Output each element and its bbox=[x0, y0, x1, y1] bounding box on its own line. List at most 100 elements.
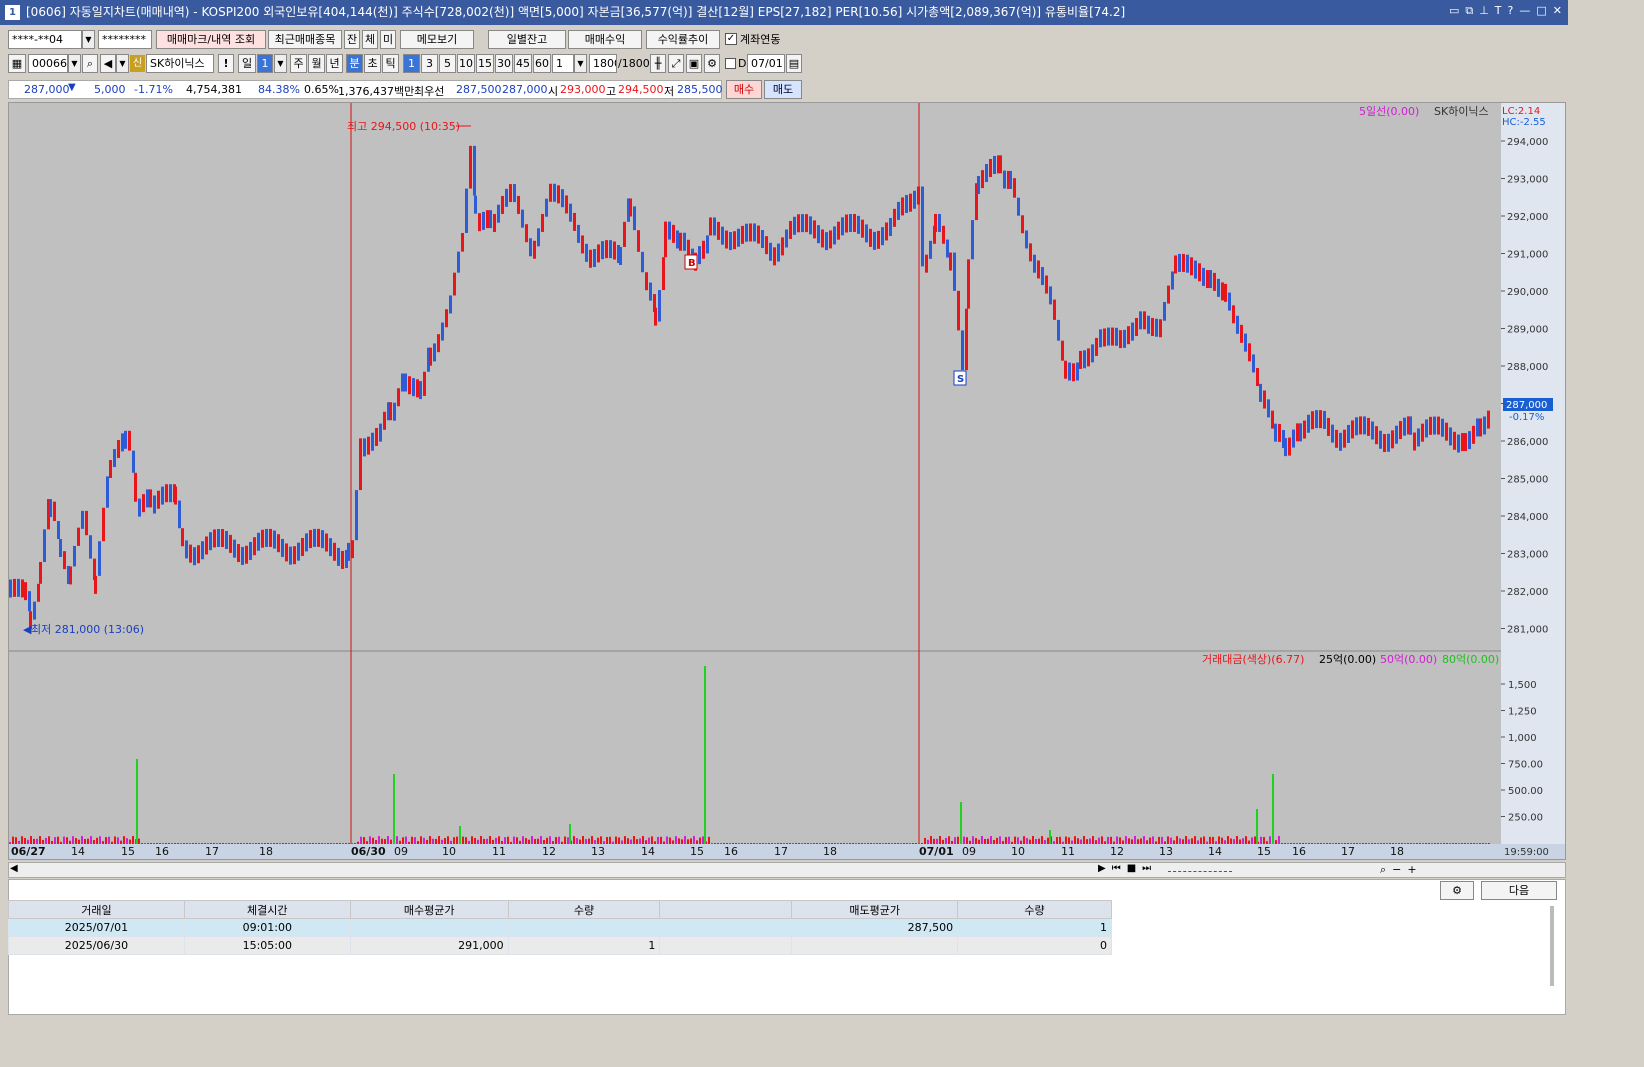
restore-icon[interactable]: ▭ bbox=[1449, 4, 1459, 20]
zoom-slider[interactable] bbox=[1168, 866, 1232, 872]
sell-button[interactable]: 매도 bbox=[764, 80, 802, 99]
volume-bar bbox=[156, 843, 158, 844]
x-tick-label: 15 bbox=[121, 845, 135, 858]
settings-icon[interactable]: ⚙ bbox=[704, 54, 720, 73]
scroll-left-icon[interactable]: ◀ bbox=[10, 863, 18, 874]
col-time[interactable]: 체결시간 bbox=[183, 900, 351, 919]
day-dropdown-icon[interactable]: ▼ bbox=[274, 54, 287, 73]
account-input[interactable]: ****-**04 bbox=[8, 30, 82, 49]
volume-bar bbox=[267, 843, 269, 844]
grid-settings-icon[interactable]: ⚙ bbox=[1440, 881, 1474, 900]
pin-icon[interactable]: ⊥ bbox=[1479, 4, 1489, 20]
daily-balance-button[interactable]: 일별잔고 bbox=[488, 30, 566, 49]
col-blank[interactable] bbox=[659, 900, 793, 919]
price-candle bbox=[109, 460, 112, 479]
playback-controls[interactable]: ▶ ⏮ ■ ⏭ bbox=[1098, 863, 1151, 874]
period-year-button[interactable]: 년 bbox=[326, 54, 343, 73]
minute-60-button[interactable]: 60 bbox=[533, 54, 551, 73]
text-icon[interactable]: T bbox=[1495, 4, 1502, 20]
period-day-button[interactable]: 일 bbox=[238, 54, 256, 73]
account-dropdown-icon[interactable]: ▼ bbox=[82, 30, 95, 49]
alert-button[interactable]: ! bbox=[218, 54, 234, 73]
buy-button[interactable]: 매수 bbox=[726, 80, 762, 99]
memo-button[interactable]: 메모보기 bbox=[400, 30, 474, 49]
help-icon[interactable]: ? bbox=[1508, 4, 1514, 20]
recent-stocks-button[interactable]: 최근매매종목 bbox=[268, 30, 342, 49]
stock-code-input[interactable]: 000660 bbox=[28, 54, 68, 73]
period-second-button[interactable]: 초 bbox=[364, 54, 381, 73]
price-candle bbox=[585, 243, 588, 262]
period-tick-button[interactable]: 틱 bbox=[382, 54, 399, 73]
minute-5-button[interactable]: 5 bbox=[439, 54, 456, 73]
price-candle bbox=[393, 402, 396, 421]
period-week-button[interactable]: 주 bbox=[290, 54, 307, 73]
day-value[interactable]: 1 bbox=[257, 54, 273, 73]
period-month-button[interactable]: 월 bbox=[308, 54, 325, 73]
volume-bar bbox=[147, 843, 149, 844]
volume-bar bbox=[1434, 843, 1436, 844]
search-icon[interactable]: ⌕ bbox=[82, 54, 98, 73]
date-input[interactable]: 07/01 bbox=[747, 54, 785, 73]
trade-profit-button[interactable]: 매매수익 bbox=[568, 30, 642, 49]
table-row[interactable]: 2025/07/01 09:01:00 287,500 1 bbox=[8, 918, 1112, 937]
unfilled-button[interactable]: 미 bbox=[380, 30, 396, 49]
minute-30-button[interactable]: 30 bbox=[495, 54, 513, 73]
chart-type-icon[interactable]: ▦ bbox=[8, 54, 26, 73]
period-minute-button[interactable]: 분 bbox=[346, 54, 363, 73]
down-arrow-icon: ▼ bbox=[68, 82, 76, 93]
volume-bar bbox=[1341, 843, 1343, 844]
table-scrollbar[interactable] bbox=[1550, 906, 1554, 986]
minute-10-button[interactable]: 10 bbox=[457, 54, 475, 73]
col-buy-avg[interactable]: 매수평균가 bbox=[349, 900, 509, 919]
zoom-controls[interactable]: ⌕ − + bbox=[1380, 863, 1417, 877]
stock-name-field[interactable]: SK하이닉스 bbox=[146, 54, 214, 73]
execution-button[interactable]: 체 bbox=[362, 30, 378, 49]
chart-area[interactable]: 294,000 293,000 292,000 291,000 290,000 289,0… bbox=[8, 102, 1566, 860]
close-icon[interactable]: ✕ bbox=[1553, 4, 1562, 20]
interval-input[interactable]: 1 bbox=[552, 54, 574, 73]
price-candle bbox=[1307, 414, 1310, 433]
code-dropdown-icon[interactable]: ▼ bbox=[68, 54, 81, 73]
minute-3-button[interactable]: 3 bbox=[421, 54, 438, 73]
trade-mark-button[interactable]: 매매마크/내역 조회 bbox=[156, 30, 266, 49]
calendar-icon[interactable]: ▤ bbox=[786, 54, 802, 73]
minimize-icon[interactable]: — bbox=[1519, 4, 1530, 20]
volume-bar bbox=[639, 838, 641, 844]
draw-icon[interactable]: ⤢ bbox=[668, 54, 684, 73]
password-input[interactable]: ******** bbox=[98, 30, 152, 49]
interval-dropdown-icon[interactable]: ▼ bbox=[574, 54, 587, 73]
price-candle bbox=[619, 246, 622, 265]
sound-icon[interactable]: ◀ bbox=[100, 54, 116, 73]
chart-scrollbar[interactable] bbox=[8, 862, 1566, 878]
col-buy-qty[interactable]: 수량 bbox=[507, 900, 661, 919]
date-checkbox[interactable] bbox=[725, 58, 736, 69]
save-icon[interactable]: ▣ bbox=[686, 54, 702, 73]
minute-1-button[interactable]: 1 bbox=[403, 54, 420, 73]
minute-45-button[interactable]: 45 bbox=[514, 54, 532, 73]
price-candle bbox=[189, 544, 192, 563]
volume-bar bbox=[1152, 836, 1154, 844]
col-sell-qty[interactable]: 수량 bbox=[957, 900, 1112, 919]
col-date[interactable]: 거래일 bbox=[8, 900, 185, 919]
chart-canvas[interactable]: 294,000 293,000 292,000 291,000 290,000 289,0… bbox=[9, 103, 1565, 859]
return-trend-button[interactable]: 수익률추이 bbox=[646, 30, 720, 49]
table-row[interactable]: 2025/06/30 15:05:00 291,000 1 0 bbox=[8, 936, 1112, 955]
maximize-icon[interactable]: □ bbox=[1536, 4, 1546, 20]
price-candle bbox=[185, 540, 188, 559]
account-link-checkbox[interactable]: ✓ bbox=[725, 33, 737, 45]
bar-count-input[interactable]: 1800 bbox=[589, 54, 617, 73]
next-button[interactable]: 다음 bbox=[1481, 881, 1557, 900]
price-candle bbox=[1079, 350, 1082, 369]
price-plot-bg bbox=[9, 103, 1501, 651]
cascade-icon[interactable]: ⧉ bbox=[1465, 4, 1473, 20]
price-candle bbox=[662, 257, 665, 291]
volume-bar bbox=[1440, 843, 1442, 844]
volume-bar bbox=[1122, 840, 1124, 844]
sound-dropdown-icon[interactable]: ▼ bbox=[116, 54, 129, 73]
volume-bar bbox=[1197, 840, 1199, 844]
col-sell-avg[interactable]: 매도평균가 bbox=[791, 900, 959, 919]
balance-button[interactable]: 잔 bbox=[344, 30, 360, 49]
minute-15-button[interactable]: 15 bbox=[476, 54, 494, 73]
volume-bar bbox=[222, 843, 224, 844]
candle-icon[interactable]: ╫ bbox=[650, 54, 666, 73]
